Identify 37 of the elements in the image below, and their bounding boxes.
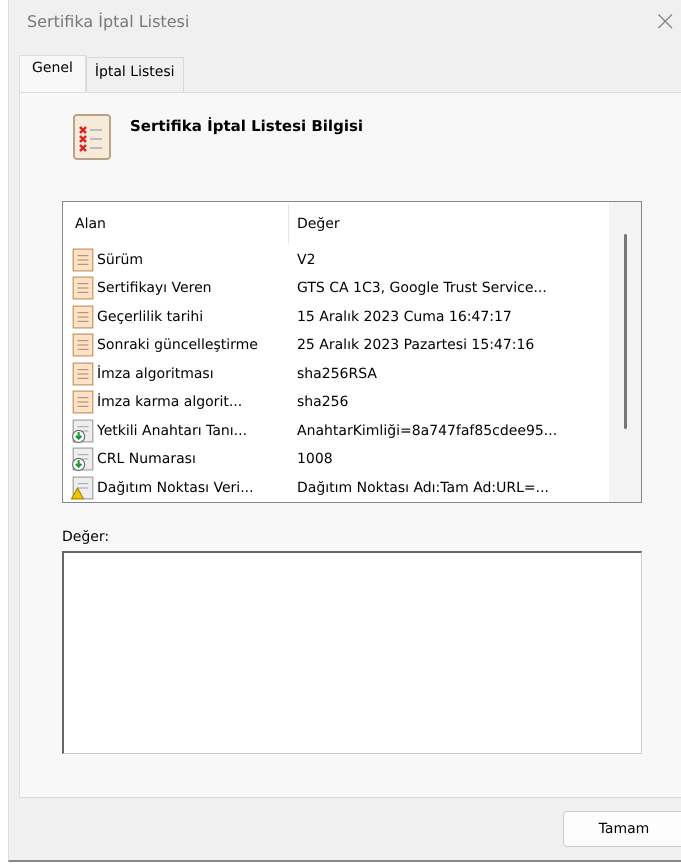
field-name[interactable]: Geçerlilik tarihi — [97, 308, 204, 325]
window-title: Sertifika İptal Listesi — [27, 12, 190, 30]
field-name[interactable]: Yetkili Anahtarı Tanı... — [97, 422, 248, 439]
document-download-icon — [71, 447, 95, 472]
field-value[interactable]: 1008 — [289, 451, 333, 468]
field-value[interactable]: AnahtarKimliği=8a747faf85cdee95... — [289, 422, 558, 439]
document-icon — [71, 276, 95, 300]
tab[interactable]: Genel — [19, 55, 86, 92]
scrollbar[interactable] — [609, 202, 641, 502]
section-heading: Sertifika İptal Listesi Bilgisi — [130, 117, 364, 135]
field-value[interactable]: Dağıtım Noktası Adı:Tam Ad:URL=... — [289, 480, 549, 496]
field-value[interactable]: V2 — [289, 252, 316, 268]
document-icon — [71, 304, 95, 329]
field-name[interactable]: İmza algoritması — [97, 366, 214, 382]
field-name[interactable]: Sonraki güncelleştirme — [97, 337, 258, 354]
field-name[interactable]: Sürüm — [97, 252, 144, 268]
field-value[interactable]: sha256 — [289, 394, 348, 410]
document-icon — [71, 333, 95, 358]
field-value[interactable]: GTS CA 1C3, Google Trust Service... — [289, 280, 547, 296]
document-icon — [71, 248, 95, 272]
column-header[interactable]: Değer — [289, 216, 340, 232]
document-icon — [71, 362, 95, 386]
field-name[interactable]: Dağıtım Noktası Veri... — [97, 480, 254, 496]
field-name[interactable]: CRL Numarası — [97, 451, 196, 468]
field-value[interactable]: 15 Aralık 2023 Cuma 16:47:17 — [289, 308, 512, 325]
document-warning-icon — [71, 476, 95, 500]
value-label: Değer: — [62, 529, 110, 545]
field-name[interactable]: İmza karma algorit... — [97, 394, 242, 410]
field-name[interactable]: Sertifikayı Veren — [97, 280, 212, 296]
field-value[interactable]: 25 Aralık 2023 Pazartesi 15:47:16 — [289, 337, 534, 354]
field-value[interactable]: sha256RSA — [289, 366, 377, 382]
ok-button[interactable]: Tamam — [563, 811, 681, 847]
column-header[interactable]: Alan — [71, 204, 289, 243]
tab[interactable]: İptal Listesi — [86, 57, 184, 92]
document-download-icon — [71, 418, 95, 443]
revocation-list-icon — [72, 113, 112, 161]
document-icon — [71, 390, 95, 414]
